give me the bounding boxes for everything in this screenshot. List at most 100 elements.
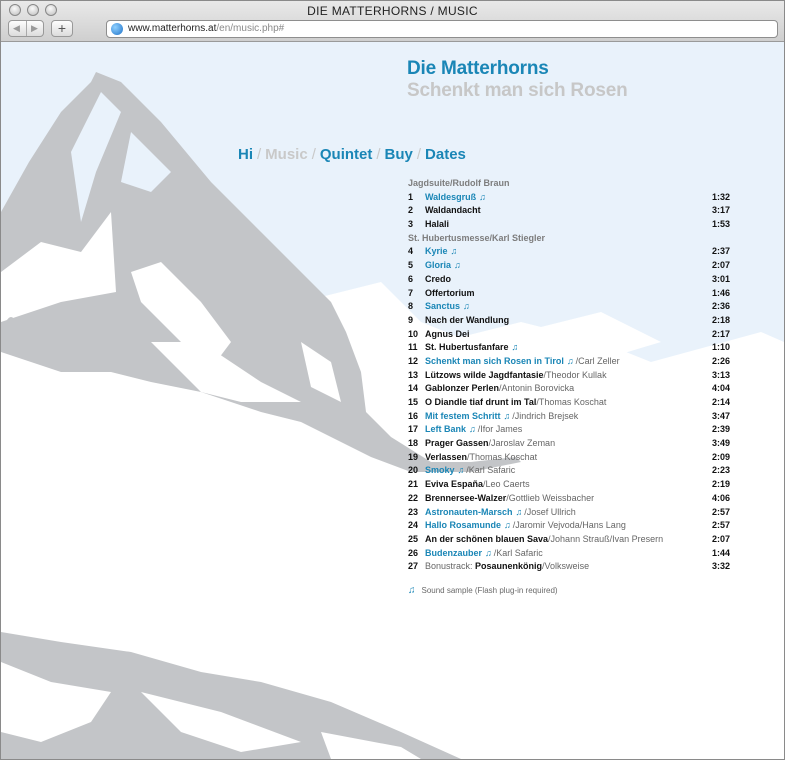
track-number: 14 xyxy=(408,383,419,394)
track-title-link[interactable]: Smoky ♫/Karl Safaric xyxy=(425,464,515,478)
track-title-link[interactable]: Kyrie ♫ xyxy=(425,245,459,259)
track-duration: 2:09 xyxy=(711,451,730,462)
track-title: St. Hubertusfanfare xyxy=(425,342,509,353)
track-number: 22 xyxy=(408,492,419,503)
nav-separator: / xyxy=(376,146,381,163)
track-number: 17 xyxy=(408,424,419,435)
sound-sample-icon[interactable]: ♫ xyxy=(504,411,511,421)
track-duration: 3:49 xyxy=(711,438,730,449)
sound-sample-icon[interactable]: ♫ xyxy=(463,301,470,311)
track-title-link[interactable]: Gloria ♫ xyxy=(425,259,463,273)
track-title: An der schönen blauen Sava xyxy=(425,533,549,544)
track-title: Verlassen xyxy=(425,451,468,462)
track-title: Waldesgruß xyxy=(425,191,477,202)
track-title: Sanctus xyxy=(425,301,461,312)
track-duration: 2:26 xyxy=(711,355,730,366)
title-bar: DIE MATTERHORNS / MUSIC xyxy=(1,1,784,19)
track-row: 1 Waldesgruß ♫ 1:32 xyxy=(408,191,738,205)
track-title-group: Prager Gassen/Jaroslav Zeman xyxy=(425,437,555,451)
sound-sample-icon[interactable]: ♫ xyxy=(512,342,519,352)
forward-arrow-icon[interactable]: ▶ xyxy=(31,23,38,34)
url-text[interactable]: www.matterhorns.at/en/music.php# xyxy=(128,23,284,34)
track-row: 6 Credo 3:01 xyxy=(408,273,738,287)
track-number: 21 xyxy=(408,479,419,490)
nav-quintet[interactable]: Quintet xyxy=(320,146,373,163)
nav-music[interactable]: Music xyxy=(265,146,308,163)
track-number: 20 xyxy=(408,465,419,476)
track-row: 8 Sanctus ♫ 2:36 xyxy=(408,300,738,314)
track-composer: /Carl Zeller xyxy=(575,355,620,366)
main-nav: Hi / Music / Quintet / Buy / Dates xyxy=(238,146,466,163)
track-title-group: Brennersee-Walzer/Gottlieb Weissbacher xyxy=(425,492,594,506)
back-forward-buttons: ◀ ▶ xyxy=(8,20,44,37)
track-title: Eviva España xyxy=(425,479,484,490)
track-title-group: An der schönen blauen Sava/Johann Strauß… xyxy=(425,533,663,547)
track-row: 2 Waldandacht 3:17 xyxy=(408,204,738,218)
track-duration: 2:17 xyxy=(711,328,730,339)
track-number: 12 xyxy=(408,355,419,366)
track-composer: /Jindrich Brejsek xyxy=(512,410,579,421)
track-title-link[interactable]: Mit festem Schritt ♫/Jindrich Brejsek xyxy=(425,410,578,424)
sound-sample-icon[interactable]: ♫ xyxy=(454,260,461,270)
track-number: 1 xyxy=(408,191,414,202)
track-title: Nach der Wandlung xyxy=(425,314,510,325)
track-title-link[interactable]: Astronauten-Marsch ♫/Josef Ullrich xyxy=(425,506,576,520)
track-row: 11 St. Hubertusfanfare ♫ 1:10 xyxy=(408,341,738,355)
track-title-group: Verlassen/Thomas Koschat xyxy=(425,451,537,465)
sound-sample-icon[interactable]: ♫ xyxy=(479,192,486,202)
track-row: 5 Gloria ♫ 2:07 xyxy=(408,259,738,273)
nav-separator: / xyxy=(257,146,262,163)
track-duration: 2:23 xyxy=(711,465,730,476)
track-duration: 1:44 xyxy=(711,547,730,558)
back-arrow-icon[interactable]: ◀ xyxy=(13,23,20,34)
track-duration: 2:19 xyxy=(711,479,730,490)
sound-sample-icon[interactable]: ♫ xyxy=(469,424,476,434)
page-title: Die Matterhorns xyxy=(407,58,549,79)
page-subtitle: Schenkt man sich Rosen xyxy=(407,80,628,101)
nav-buy[interactable]: Buy xyxy=(385,146,413,163)
track-title-link[interactable]: Waldesgruß ♫ xyxy=(425,191,488,205)
track-title: Brennersee-Walzer xyxy=(425,492,507,503)
track-title-group: Gablonzer Perlen/Antonin Borovicka xyxy=(425,382,574,396)
track-composer: /Antonin Borovicka xyxy=(499,383,575,394)
sound-sample-icon[interactable]: ♫ xyxy=(485,548,492,558)
track-title-link[interactable]: Left Bank ♫/Ifor James xyxy=(425,423,522,437)
track-duration: 3:47 xyxy=(711,410,730,421)
sound-sample-icon[interactable]: ♫ xyxy=(451,246,458,256)
sound-sample-icon[interactable]: ♫ xyxy=(567,356,574,366)
track-row: 4 Kyrie ♫ 2:37 xyxy=(408,245,738,259)
track-title: Smoky xyxy=(425,465,455,476)
music-note-icon: ♫ xyxy=(408,585,416,596)
nav-dates[interactable]: Dates xyxy=(425,146,466,163)
url-path: /en/music.php# xyxy=(216,23,285,34)
track-row: 7 Offertorium 1:46 xyxy=(408,287,738,301)
footnote-text: Sound sample (Flash plug-in required) xyxy=(421,586,558,595)
track-duration: 1:46 xyxy=(711,287,730,298)
track-duration: 2:39 xyxy=(711,424,730,435)
track-composer: /Jaromir Vejvoda/Hans Lang xyxy=(512,520,626,531)
sound-sample-icon[interactable]: ♫ xyxy=(516,507,523,517)
nav-hi[interactable]: Hi xyxy=(238,146,253,163)
track-title-link[interactable]: Sanctus ♫ xyxy=(425,300,472,314)
track-title-link[interactable]: Budenzauber ♫/Karl Safaric xyxy=(425,547,543,561)
track-title: Gablonzer Perlen xyxy=(425,383,500,394)
track-title: Hallo Rosamunde xyxy=(425,520,502,531)
track-row: 26 Budenzauber ♫/Karl Safaric 1:44 xyxy=(408,547,738,561)
url-host: www.matterhorns.at xyxy=(128,23,217,34)
sound-sample-icon[interactable]: ♫ xyxy=(458,465,465,475)
track-title-link[interactable]: Hallo Rosamunde ♫/Jaromir Vejvoda/Hans La… xyxy=(425,519,626,533)
track-title-link[interactable]: Schenkt man sich Rosen in Tirol ♫/Carl Ze… xyxy=(425,355,620,369)
track-row: 18 Prager Gassen/Jaroslav Zeman 3:49 xyxy=(408,437,738,451)
tracklist: Jagdsuite/Rudolf Braun 1 Waldesgruß ♫ 1:32 … xyxy=(408,177,738,574)
track-row: 13 Lützows wilde Jagdfantasie/Theodor Kul… xyxy=(408,369,738,383)
track-title: O Diandle tiaf drunt im Tal xyxy=(425,397,537,407)
address-bar[interactable]: www.matterhorns.at/en/music.php# xyxy=(106,20,778,38)
divider xyxy=(26,21,27,36)
sound-sample-icon[interactable]: ♫ xyxy=(504,520,511,530)
track-title: Mit festem Schritt xyxy=(425,410,501,421)
track-composer: /Karl Safaric xyxy=(493,547,543,558)
track-title: Credo xyxy=(425,273,452,284)
new-tab-button[interactable]: + xyxy=(51,20,73,37)
track-duration: 3:13 xyxy=(711,369,730,380)
track-title: Prager Gassen xyxy=(425,438,489,449)
